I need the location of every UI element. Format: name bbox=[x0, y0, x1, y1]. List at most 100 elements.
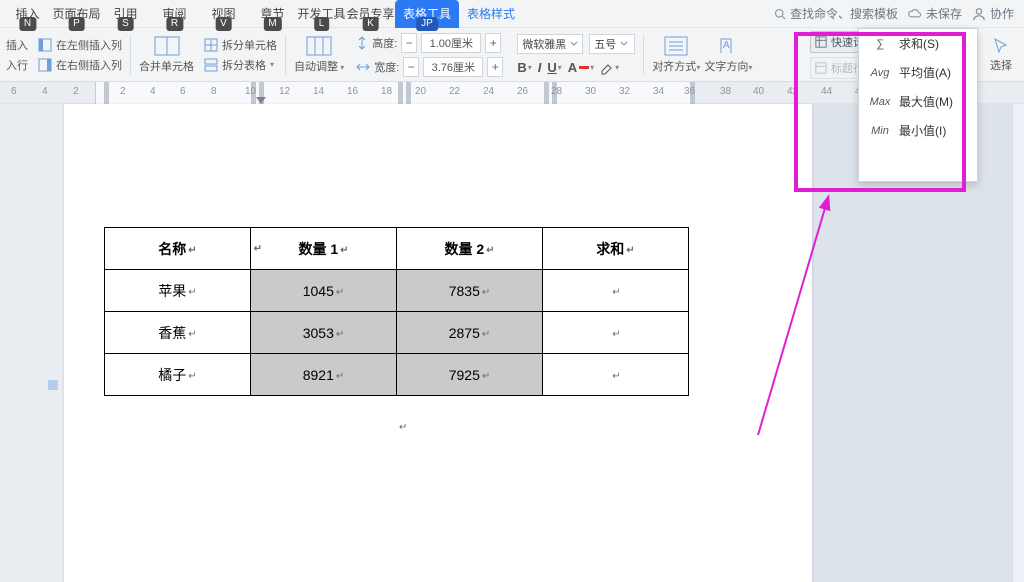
unsaved-status[interactable]: 未保存 bbox=[908, 5, 962, 22]
text-direction-button[interactable]: A 文字方向▾ bbox=[704, 36, 752, 74]
paragraph-marker-icon bbox=[46, 378, 60, 392]
ruler-number: 34 bbox=[653, 86, 664, 97]
tab-chapter[interactable]: 章节M bbox=[248, 0, 297, 28]
width-minus[interactable]: − bbox=[403, 57, 419, 77]
quick-calc-sum[interactable]: ∑求和(S) bbox=[859, 29, 977, 58]
ruler-number: 36 bbox=[684, 86, 695, 97]
tab-strip: 插入N 页面布局P 引用S 审阅R 视图V 章节M 开发工具L 会员专享K 表格… bbox=[0, 0, 1024, 28]
ruler-number: 2 bbox=[73, 86, 79, 97]
ruler-number: 44 bbox=[821, 86, 832, 97]
row-height-control[interactable]: 高度: − 1.00厘米 + bbox=[356, 33, 503, 53]
col-width-control[interactable]: 宽度: − 3.76厘米 + bbox=[356, 57, 503, 77]
quick-calc-max[interactable]: Max最大值(M) bbox=[859, 87, 977, 116]
split-cell-icon bbox=[204, 38, 218, 52]
col-name[interactable]: 名称↵↵ bbox=[105, 228, 251, 270]
align-button[interactable]: 对齐方式▾ bbox=[652, 36, 700, 74]
height-plus[interactable]: + bbox=[485, 33, 501, 53]
merge-cells-button[interactable]: 合并单元格 bbox=[139, 36, 194, 74]
document-page[interactable]: 名称↵↵ 数量 1↵ 数量 2↵ 求和↵ 苹果↵↵ 1045↵ 7835↵ ↵ … bbox=[64, 104, 812, 582]
tab-view[interactable]: 视图V bbox=[199, 0, 248, 28]
width-plus[interactable]: + bbox=[487, 57, 503, 77]
ruler-number: 40 bbox=[753, 86, 764, 97]
ruler-number: 18 bbox=[381, 86, 392, 97]
insert-below-button[interactable]: 入行 bbox=[6, 57, 28, 73]
ruler-number: 38 bbox=[720, 86, 731, 97]
insert-left-button[interactable]: 在左侧插入列 bbox=[38, 37, 122, 53]
split-table-icon bbox=[204, 58, 218, 72]
insert-right-icon bbox=[38, 58, 52, 72]
height-value[interactable]: 1.00厘米 bbox=[421, 33, 481, 53]
text-dir-icon: A bbox=[717, 36, 739, 56]
scrollbar-track[interactable] bbox=[1012, 104, 1024, 582]
tab-references[interactable]: 引用S bbox=[101, 0, 150, 28]
repeat-icon bbox=[815, 62, 827, 74]
collab-button[interactable]: 协作 bbox=[972, 5, 1014, 22]
ruler-number: 30 bbox=[585, 86, 596, 97]
font-name-select[interactable]: 微软雅黑 bbox=[517, 34, 583, 54]
bold-button[interactable]: B▾ bbox=[517, 60, 531, 75]
select-button[interactable]: 选择 bbox=[984, 37, 1018, 73]
vertical-ruler[interactable] bbox=[0, 104, 64, 582]
col-q2[interactable]: 数量 2↵ bbox=[397, 228, 543, 270]
tab-page-layout[interactable]: 页面布局P bbox=[52, 0, 101, 28]
table-header-row: 名称↵↵ 数量 1↵ 数量 2↵ 求和↵ bbox=[105, 228, 689, 270]
ruler-number: 22 bbox=[449, 86, 460, 97]
ruler-number: 10 bbox=[245, 86, 256, 97]
width-icon bbox=[356, 61, 370, 73]
cursor-icon bbox=[992, 37, 1010, 55]
ruler-number: 4 bbox=[42, 86, 48, 97]
ruler-number: 28 bbox=[551, 86, 562, 97]
font-size-select[interactable]: 五号 bbox=[589, 34, 635, 54]
data-table[interactable]: 名称↵↵ 数量 1↵ 数量 2↵ 求和↵ 苹果↵↵ 1045↵ 7835↵ ↵ … bbox=[104, 227, 689, 396]
autofit-button[interactable]: 自动调整 ▾ bbox=[294, 36, 344, 74]
tab-table-style[interactable]: 表格样式 bbox=[459, 0, 523, 28]
width-value[interactable]: 3.76厘米 bbox=[423, 57, 483, 77]
ruler-number: 42 bbox=[787, 86, 798, 97]
ruler-number: 14 bbox=[313, 86, 324, 97]
tab-member[interactable]: 会员专享K bbox=[346, 0, 395, 28]
height-icon bbox=[356, 36, 368, 50]
ruler-number: 20 bbox=[415, 86, 426, 97]
ruler-number: 24 bbox=[483, 86, 494, 97]
merge-icon bbox=[154, 36, 180, 56]
tab-table-tools[interactable]: 表格工具JP bbox=[395, 0, 459, 28]
col-sum[interactable]: 求和↵ bbox=[543, 228, 689, 270]
command-search[interactable]: 查找命令、搜索模板 bbox=[774, 5, 898, 22]
ruler-number: 26 bbox=[517, 86, 528, 97]
svg-text:A: A bbox=[723, 40, 730, 51]
split-table-button[interactable]: 拆分表格▾ bbox=[204, 57, 277, 73]
table-row: 苹果↵↵ 1045↵ 7835↵ ↵ bbox=[105, 270, 689, 312]
table-row: 香蕉↵↵ 3053↵ 2875↵ ↵ bbox=[105, 312, 689, 354]
insert-right-button[interactable]: 在右侧插入列 bbox=[38, 57, 122, 73]
tab-review[interactable]: 审阅R bbox=[150, 0, 199, 28]
col-q1[interactable]: 数量 1↵ bbox=[251, 228, 397, 270]
highlight-button[interactable]: ▾ bbox=[600, 61, 619, 75]
font-color-button[interactable]: A▾ bbox=[568, 60, 594, 75]
chevron-down-icon bbox=[570, 40, 578, 48]
search-icon bbox=[774, 8, 786, 20]
split-cell-button[interactable]: 拆分单元格 bbox=[204, 37, 277, 53]
paragraph-mark-icon: ↵ bbox=[188, 245, 196, 256]
cloud-icon bbox=[908, 7, 922, 21]
min-icon: Min bbox=[869, 125, 891, 137]
ruler-number: 8 bbox=[211, 86, 217, 97]
quick-calc-avg[interactable]: Avg平均值(A) bbox=[859, 58, 977, 87]
indent-marker[interactable] bbox=[256, 97, 266, 104]
insert-above-button[interactable]: 插入 bbox=[6, 37, 28, 53]
key-tip: N bbox=[19, 17, 36, 31]
insert-left-icon bbox=[38, 38, 52, 52]
tab-insert[interactable]: 插入N bbox=[3, 0, 52, 28]
quick-calc-min[interactable]: Min最小值(I) bbox=[859, 116, 977, 145]
underline-button[interactable]: U▾ bbox=[547, 60, 561, 75]
ribbon: 插入 入行 在左侧插入列 在右侧插入列 合并单元格 拆分单元格 拆分表格▾ 自动… bbox=[0, 28, 1024, 82]
table-row: 橘子↵↵ 8921↵ 7925↵ ↵ bbox=[105, 354, 689, 396]
insert-row-group: 插入 入行 bbox=[6, 37, 28, 73]
tab-dev-tools[interactable]: 开发工具L bbox=[297, 0, 346, 28]
italic-button[interactable]: I bbox=[538, 60, 542, 75]
height-minus[interactable]: − bbox=[401, 33, 417, 53]
ruler-number: 4 bbox=[150, 86, 156, 97]
person-icon bbox=[972, 7, 986, 21]
ruler-number: 32 bbox=[619, 86, 630, 97]
ruler-number: 6 bbox=[180, 86, 186, 97]
cursor-mark: ↵ bbox=[399, 422, 407, 433]
